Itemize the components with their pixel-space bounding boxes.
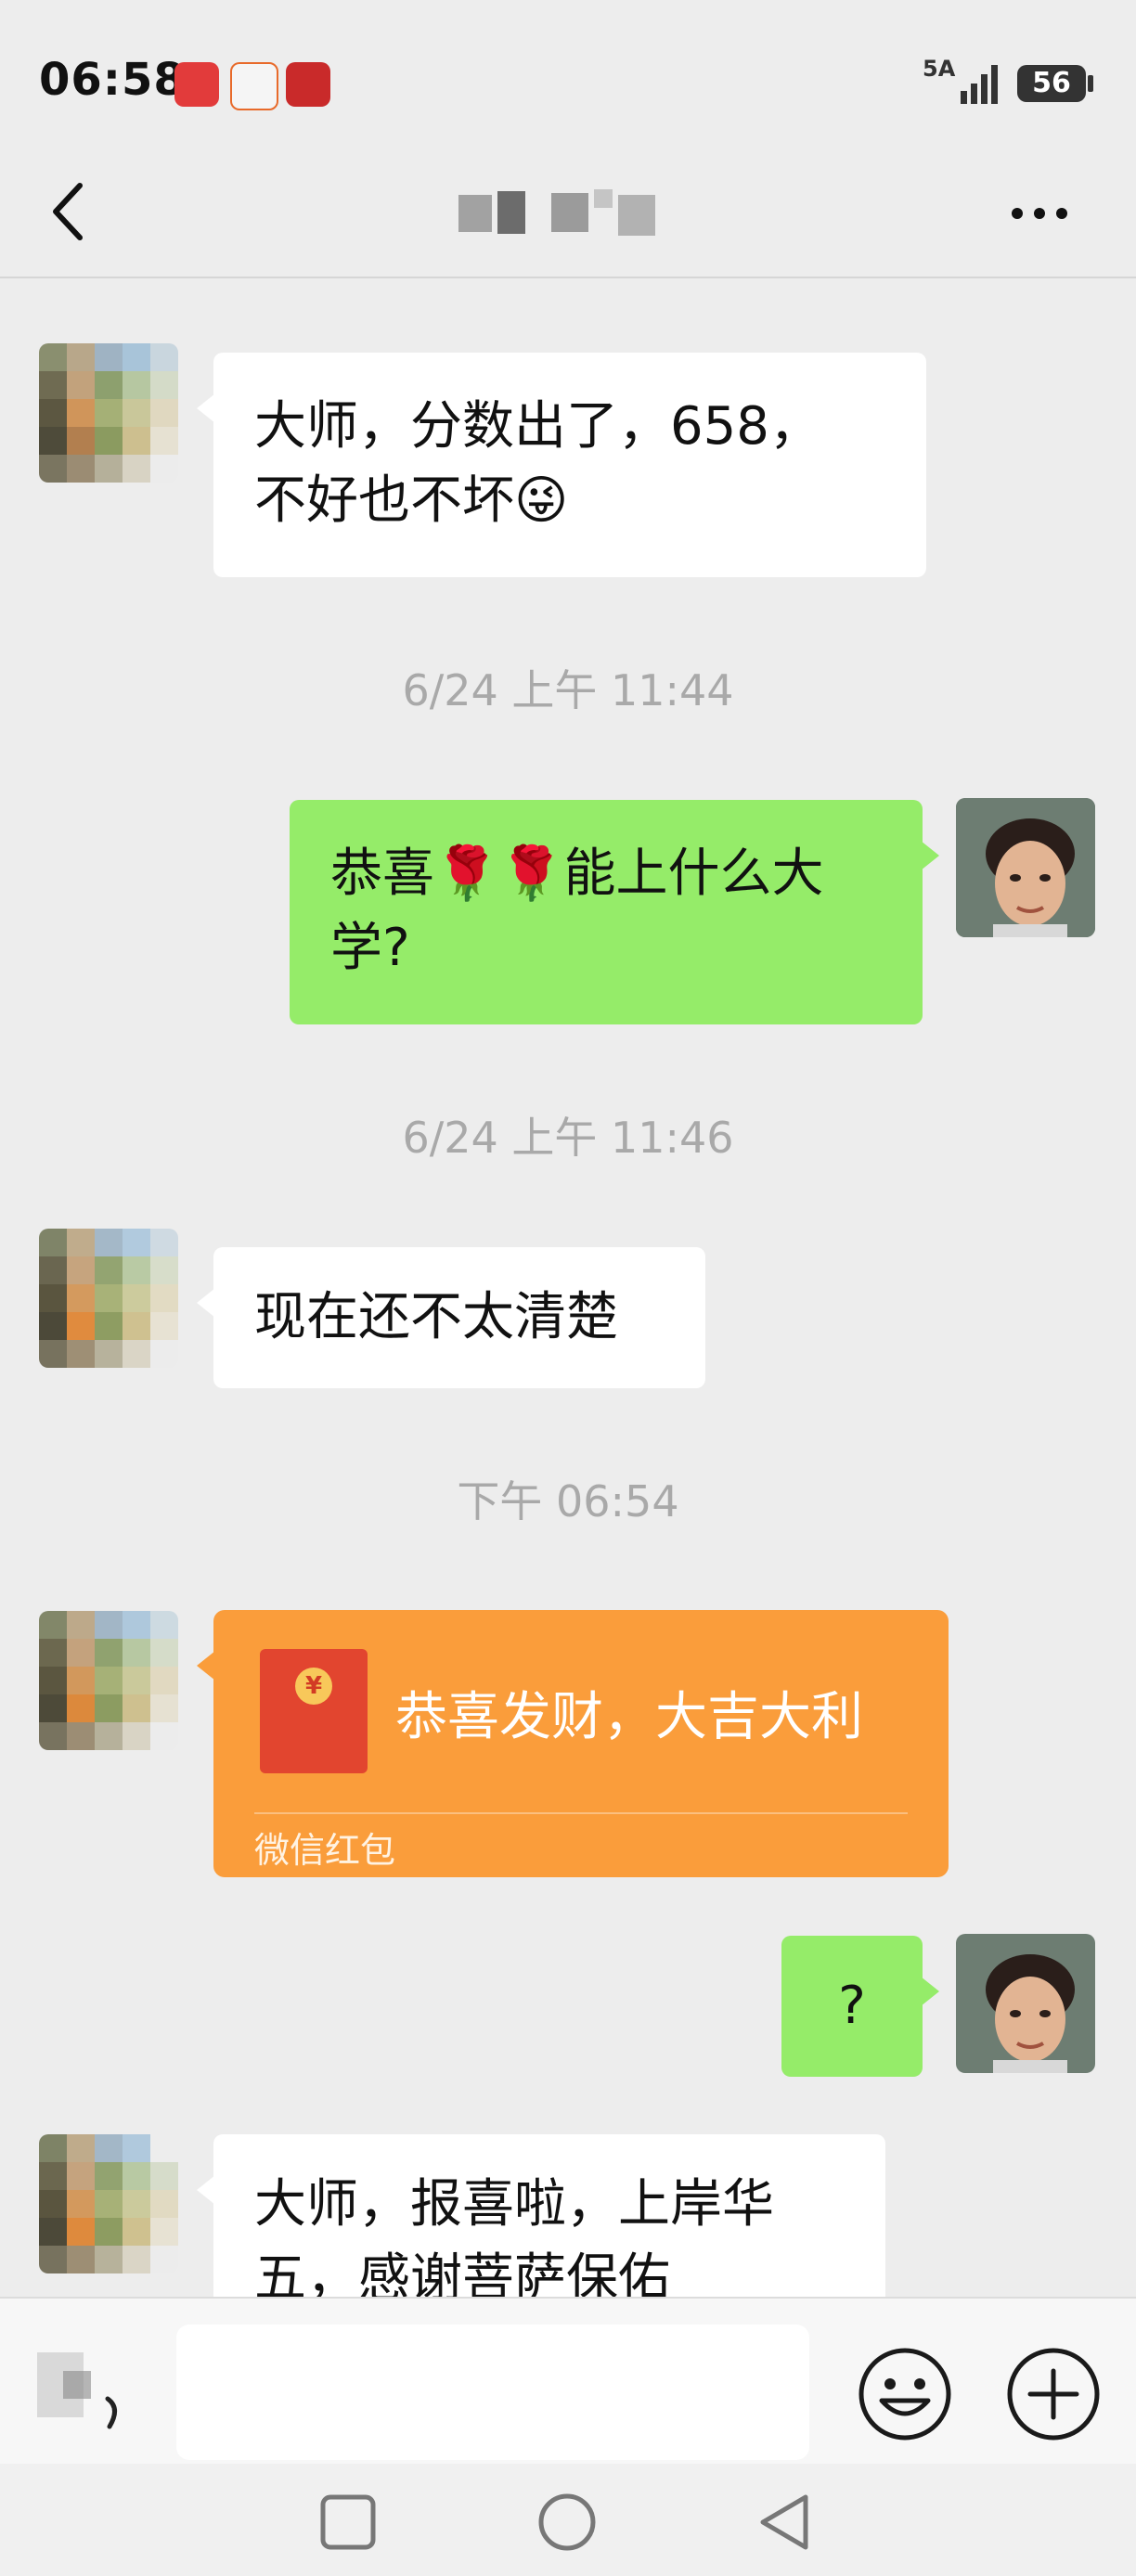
contact-avatar[interactable] (39, 343, 178, 483)
notification-bank-icon (286, 62, 330, 107)
notification-app-icon (174, 62, 219, 107)
chat-header (0, 148, 1136, 278)
message-text: 恭喜🌹🌹能上什么大 (330, 844, 824, 904)
message-bubble-outgoing[interactable]: ? (781, 1936, 939, 2077)
message-bubble-incoming[interactable]: 大师，报喜啦，上岸华 五，感谢菩萨保佑 (197, 2134, 885, 2297)
packet-seal: ¥ (295, 1668, 332, 1705)
message-bubble-incoming[interactable]: 大师，分数出了，658， 不好也不坏😜 (197, 353, 926, 577)
message-text: 不好也不坏😜 (254, 470, 569, 531)
user-portrait-icon (956, 798, 1095, 937)
message-bubble-incoming[interactable]: 现在还不太清楚 (197, 1247, 705, 1388)
chat-title-blurred (458, 189, 655, 236)
contact-avatar[interactable] (39, 2134, 178, 2273)
user-portrait-icon (956, 1934, 1095, 2073)
timestamp: 6/24 上午 11:44 (402, 665, 734, 715)
divider (254, 1812, 908, 1814)
back-chevron-icon[interactable] (43, 174, 98, 249)
message-bubble-outgoing[interactable]: 恭喜🌹🌹能上什么大 学? (290, 800, 939, 1024)
recent-apps-icon[interactable] (316, 2490, 381, 2555)
message-text: 五，感谢菩萨保佑 (254, 2248, 670, 2297)
self-avatar[interactable] (956, 1934, 1095, 2073)
plus-icon[interactable] (1004, 2345, 1103, 2443)
red-packet-title: 恭喜发财，大吉大利 (395, 1687, 863, 1747)
status-time: 06:58 (39, 54, 186, 106)
contact-avatar[interactable] (39, 1229, 178, 1368)
home-icon[interactable] (535, 2490, 600, 2555)
red-packet-caption: 微信红包 (254, 1830, 396, 1871)
message-text: 大师，分数出了，658， (254, 396, 821, 457)
battery-tip (1088, 75, 1093, 92)
more-dots-icon[interactable] (1002, 186, 1077, 241)
message-text: 大师，报喜啦，上岸华 (254, 2174, 774, 2235)
red-envelope-icon: ¥ (260, 1649, 368, 1773)
voice-icon[interactable] (35, 2343, 137, 2436)
message-text: 现在还不太清楚 (254, 1287, 618, 1347)
notification-app-icon (230, 62, 278, 110)
timestamp: 下午 06:54 (457, 1476, 679, 1526)
emoji-icon[interactable] (856, 2345, 954, 2443)
contact-avatar[interactable] (39, 1611, 178, 1750)
red-packet-bubble[interactable]: ¥ 恭喜发财，大吉大利 微信红包 (197, 1610, 949, 1877)
input-bar (0, 2297, 1136, 2466)
message-list[interactable]: 大师，分数出了，658， 不好也不坏😜 6/24 上午 11:44 恭喜🌹🌹能上… (0, 278, 1136, 2297)
self-avatar[interactable] (956, 798, 1095, 937)
status-bar: 06:58 5A 56 (0, 0, 1136, 148)
system-navigation-bar (0, 2464, 1136, 2576)
battery-indicator: 56 (1017, 65, 1086, 102)
message-text: 学? (330, 918, 410, 978)
signal-icon (961, 65, 998, 104)
message-text: ? (838, 1976, 866, 2036)
timestamp: 6/24 上午 11:46 (402, 1113, 734, 1163)
message-input[interactable] (176, 2325, 809, 2460)
back-triangle-icon[interactable] (752, 2490, 817, 2555)
